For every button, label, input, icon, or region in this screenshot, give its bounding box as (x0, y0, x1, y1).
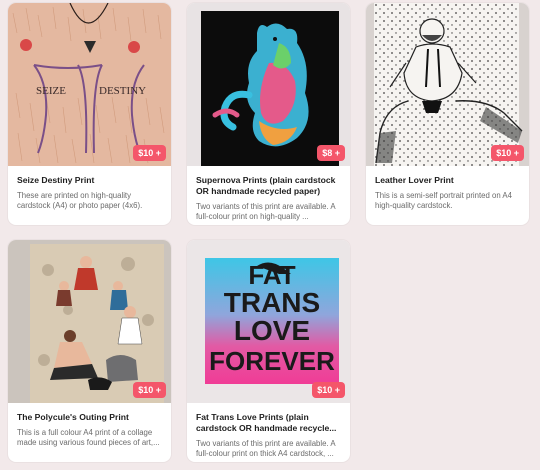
product-card-leather-lover[interactable]: $10 + Leather Lover Print This is a semi… (366, 3, 529, 225)
price-badge: $10 + (133, 145, 166, 161)
product-image[interactable]: SEIZE DESTINY $10 + (8, 3, 171, 166)
product-title[interactable]: The Polycule's Outing Print (17, 412, 162, 423)
price-badge: $10 + (133, 382, 166, 398)
product-card-fat-trans-love[interactable]: FAT TRANS LOVE FOREVER $10 + Fat Trans L… (187, 240, 350, 462)
product-card-supernova[interactable]: $8 + Supernova Prints (plain cardstock O… (187, 3, 350, 225)
product-description: Two variants of this print are available… (196, 439, 336, 458)
product-image[interactable]: $10 + (8, 240, 171, 403)
product-card-seize-destiny[interactable]: SEIZE DESTINY $10 + Seize Destiny Print … (8, 3, 171, 225)
product-card-polycules-outing[interactable]: $10 + The Polycule's Outing Print This i… (8, 240, 171, 462)
price-badge: $10 + (312, 382, 345, 398)
product-title[interactable]: Supernova Prints (plain cardstock OR han… (196, 175, 341, 197)
image-text-love: LOVE (234, 315, 310, 346)
product-description: This is a semi-self portrait printed on … (375, 191, 512, 210)
image-text-forever: FOREVER (209, 346, 335, 376)
price-badge: $8 + (317, 145, 345, 161)
product-title[interactable]: Leather Lover Print (375, 175, 520, 186)
product-title[interactable]: Fat Trans Love Prints (plain cardstock O… (196, 412, 341, 434)
image-text-seize: SEIZE (36, 85, 66, 97)
product-description: Two variants of this print are available… (196, 202, 336, 221)
product-image[interactable]: FAT TRANS LOVE FOREVER $10 + (187, 240, 350, 403)
image-text-trans: TRANS (224, 287, 320, 318)
product-description: These are printed on high-quality cardst… (17, 191, 143, 210)
product-image[interactable]: $10 + (366, 3, 529, 166)
product-description: This is a full colour A4 print of a coll… (17, 428, 160, 447)
price-badge: $10 + (491, 145, 524, 161)
product-image[interactable]: $8 + (187, 3, 350, 166)
image-text-destiny: DESTINY (99, 85, 146, 97)
product-title[interactable]: Seize Destiny Print (17, 175, 162, 186)
